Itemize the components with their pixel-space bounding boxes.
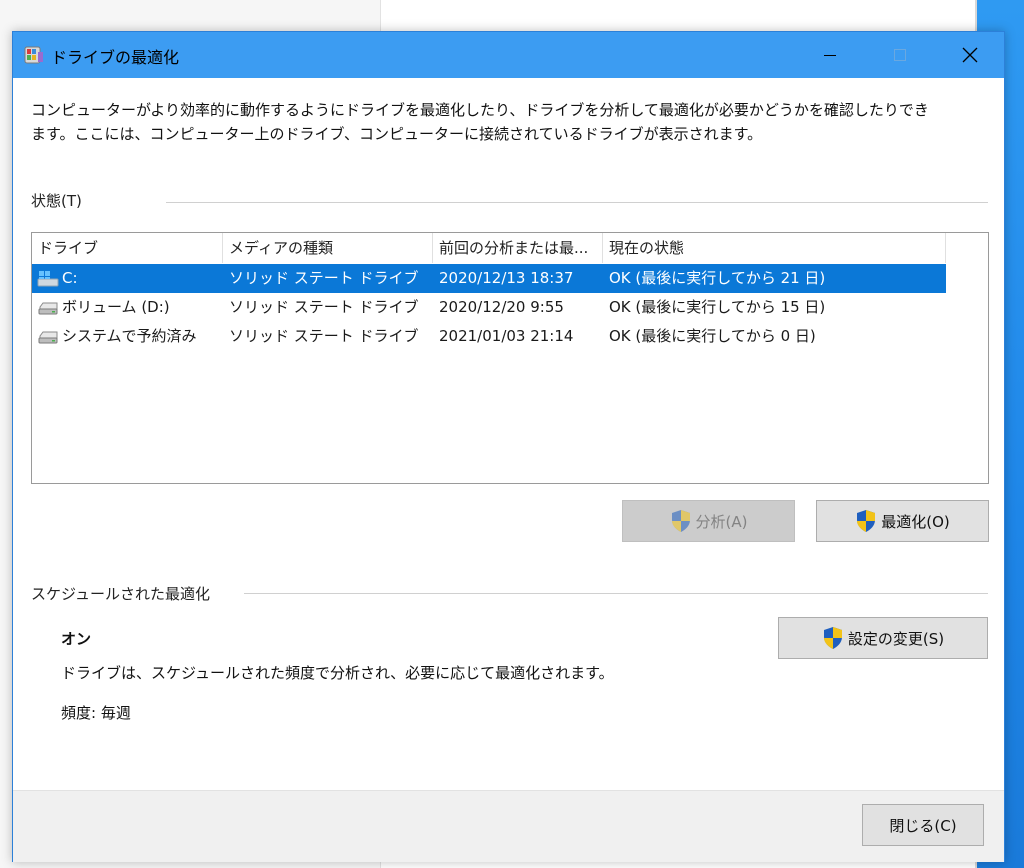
current-status: OK (最後に実行してから 21 日) xyxy=(609,269,826,287)
optimize-drives-window: ドライブの最適化 コンピューターがより効率的に動作するようにドライブを最適化した… xyxy=(12,31,1005,862)
close-window-button[interactable] xyxy=(947,32,993,78)
optimize-button-label: 最適化(O) xyxy=(881,512,950,531)
media-type: ソリッド ステート ドライブ xyxy=(229,269,419,287)
column-header-drive[interactable]: ドライブ xyxy=(32,233,223,263)
drive-row[interactable]: システムで予約済み ソリッド ステート ドライブ 2021/01/03 21:1… xyxy=(32,322,946,351)
change-settings-label: 設定の変更(S) xyxy=(847,629,945,648)
media-type: ソリッド ステート ドライブ xyxy=(229,298,419,316)
drive-list-header: ドライブ メディアの種類 前回の分析または最... 現在の状態 xyxy=(32,233,946,263)
window-description: コンピューターがより効率的に動作するようにドライブを最適化したり、ドライブを分析… xyxy=(31,101,929,143)
change-settings-button[interactable]: 設定の変更(S) xyxy=(778,617,988,659)
minimize-button[interactable] xyxy=(807,32,853,78)
title-bar[interactable]: ドライブの最適化 xyxy=(13,32,1004,78)
close-button-label: 閉じる(C) xyxy=(889,816,957,835)
schedule-state: オン xyxy=(61,630,92,648)
uac-shield-icon xyxy=(671,510,690,532)
uac-shield-icon xyxy=(823,627,842,649)
drive-row[interactable]: C: ソリッド ステート ドライブ 2020/12/13 18:37 OK (最… xyxy=(32,264,946,293)
last-run: 2021/01/03 21:14 xyxy=(439,327,574,345)
last-run: 2020/12/20 9:55 xyxy=(439,298,564,316)
current-status: OK (最後に実行してから 0 日) xyxy=(609,327,816,345)
drive-name: システムで予約済み xyxy=(62,327,197,345)
status-section-label: 状態(T) xyxy=(31,192,82,210)
column-header-last-run[interactable]: 前回の分析または最... xyxy=(433,233,603,263)
windows-drive-icon xyxy=(37,271,59,287)
column-header-current-status[interactable]: 現在の状態 xyxy=(603,233,946,263)
drive-name: C: xyxy=(62,269,78,287)
close-button[interactable]: 閉じる(C) xyxy=(862,804,984,846)
schedule-detail: ドライブは、スケジュールされた頻度で分析され、必要に応じて最適化されます。 xyxy=(61,664,614,682)
uac-shield-icon xyxy=(857,510,876,532)
maximize-icon xyxy=(894,49,906,61)
minimize-icon xyxy=(824,54,836,56)
media-type: ソリッド ステート ドライブ xyxy=(229,327,419,345)
analyze-button[interactable]: 分析(A) xyxy=(622,500,795,542)
last-run: 2020/12/13 18:37 xyxy=(439,269,574,287)
drive-icon xyxy=(38,302,58,315)
drive-row[interactable]: ボリューム (D:) ソリッド ステート ドライブ 2020/12/20 9:5… xyxy=(32,293,946,322)
schedule-section-label: スケジュールされた最適化 xyxy=(31,585,210,603)
column-header-media-type[interactable]: メディアの種類 xyxy=(223,233,433,263)
dialog-footer: 閉じる(C) xyxy=(13,790,1004,862)
current-status: OK (最後に実行してから 15 日) xyxy=(609,298,826,316)
schedule-section-divider xyxy=(244,593,988,594)
optimize-button[interactable]: 最適化(O) xyxy=(816,500,989,542)
drive-name: ボリューム (D:) xyxy=(62,298,170,316)
schedule-frequency: 頻度: 毎週 xyxy=(61,704,131,722)
analyze-button-label: 分析(A) xyxy=(695,512,748,531)
close-icon xyxy=(962,47,978,63)
defrag-app-icon xyxy=(24,46,43,64)
window-title: ドライブの最適化 xyxy=(51,48,180,67)
maximize-button[interactable] xyxy=(877,32,923,78)
drive-icon xyxy=(38,331,58,344)
drive-list[interactable]: ドライブ メディアの種類 前回の分析または最... 現在の状態 C: ソリッド … xyxy=(31,232,989,484)
status-section-divider xyxy=(166,202,988,203)
